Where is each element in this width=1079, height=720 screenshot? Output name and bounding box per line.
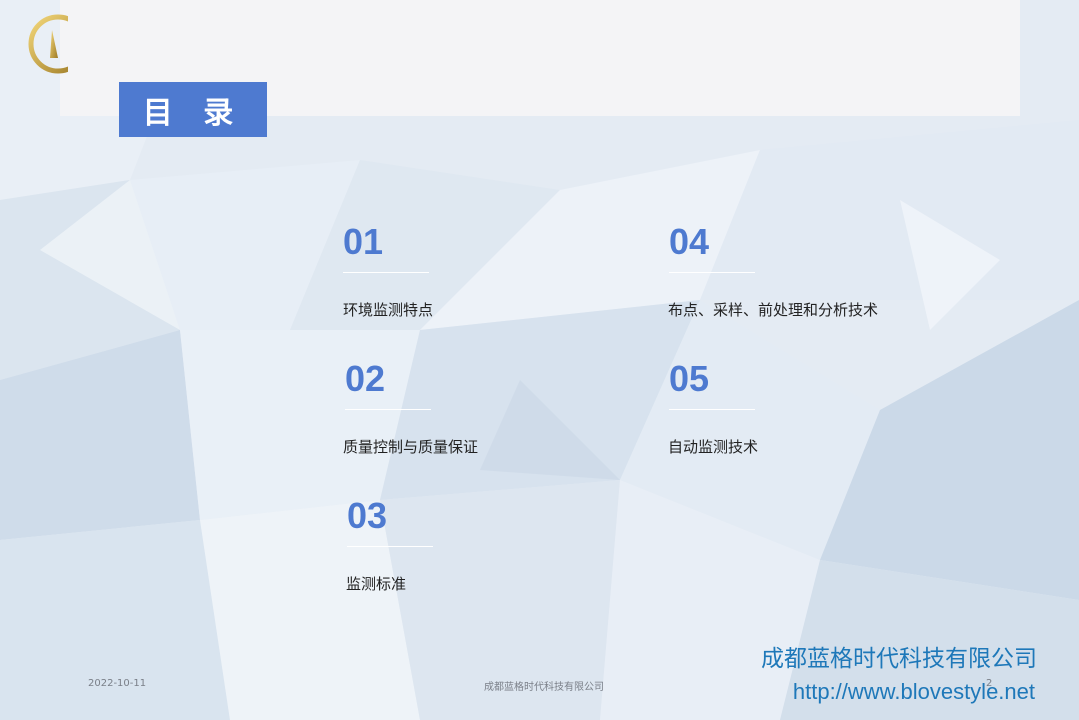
divider bbox=[345, 409, 431, 410]
toc-item-02[interactable]: 02 质量控制与质量保证 bbox=[343, 358, 479, 457]
toc-number: 05 bbox=[669, 358, 710, 399]
footer-date: 2022-10-11 bbox=[88, 678, 147, 689]
toc-label: 环境监测特点 bbox=[343, 301, 434, 319]
toc-label: 布点、采样、前处理和分析技术 bbox=[668, 301, 879, 319]
toc-item-01[interactable]: 01 环境监测特点 bbox=[343, 222, 433, 320]
gold-logo-icon bbox=[28, 14, 68, 74]
toc-number: 03 bbox=[347, 495, 388, 536]
toc-item-05[interactable]: 05 自动监测技术 bbox=[668, 358, 759, 457]
divider bbox=[669, 409, 755, 410]
toc-number: 04 bbox=[669, 221, 710, 262]
toc-label: 监测标准 bbox=[346, 575, 407, 593]
divider bbox=[669, 272, 755, 273]
toc-item-03[interactable]: 03 监测标准 bbox=[346, 495, 433, 594]
divider bbox=[347, 546, 433, 547]
website-link[interactable]: http://www.blovestyle.net bbox=[793, 679, 1035, 705]
toc-item-04[interactable]: 04 布点、采样、前处理和分析技术 bbox=[668, 221, 879, 320]
footer-company: 成都蓝格时代科技有限公司 bbox=[484, 682, 604, 693]
company-name: 成都蓝格时代科技有限公司 bbox=[761, 646, 1037, 672]
toc-label: 质量控制与质量保证 bbox=[343, 438, 479, 456]
divider bbox=[343, 272, 429, 273]
toc-label: 自动监测技术 bbox=[668, 438, 759, 456]
toc-title: 目 录 bbox=[119, 82, 267, 137]
toc-number: 02 bbox=[345, 358, 386, 399]
toc-number: 01 bbox=[343, 221, 384, 262]
